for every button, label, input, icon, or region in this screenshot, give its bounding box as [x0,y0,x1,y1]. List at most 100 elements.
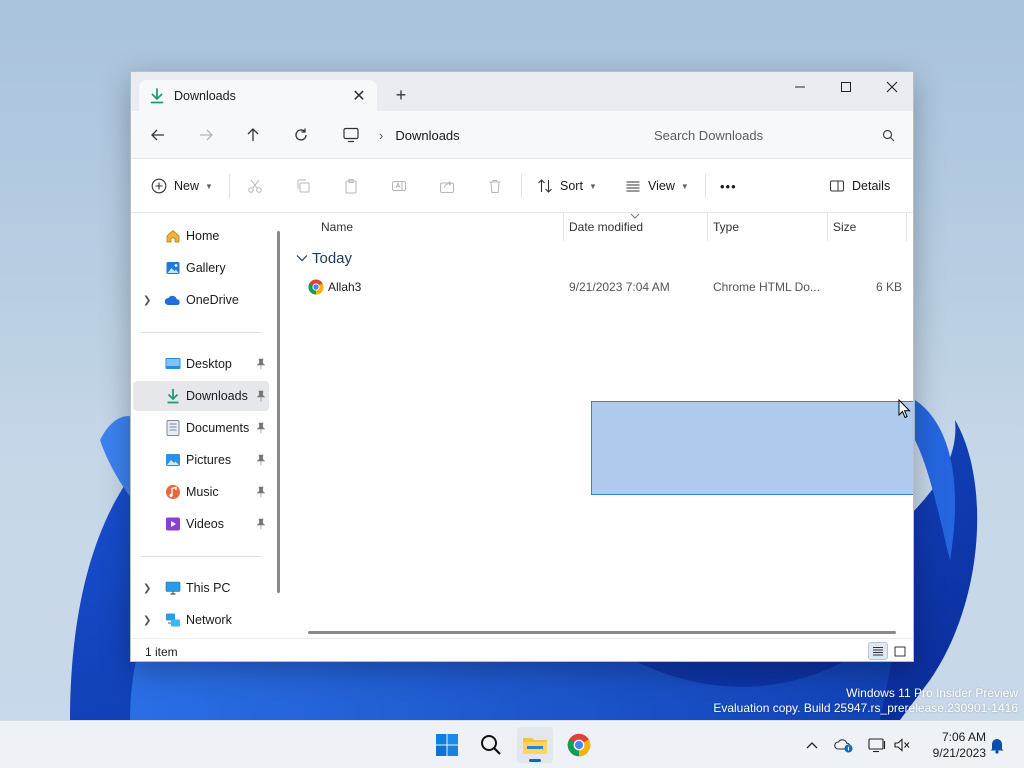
column-divider[interactable] [707,213,708,241]
sidebar-item-pictures[interactable]: Pictures [133,445,269,475]
volume-tray-button[interactable] [889,732,915,758]
taskbar-file-explorer[interactable] [517,727,553,763]
new-label: New [174,179,200,193]
sidebar-item-home[interactable]: Home [133,221,269,251]
sort-button[interactable]: Sort ▼ [537,172,597,200]
sidebar-item-label: Downloads [186,389,248,403]
sidebar-item-label: Videos [186,517,224,531]
column-divider[interactable] [827,213,828,241]
back-button[interactable] [142,120,174,150]
tab-downloads[interactable]: Downloads ✕ [139,80,377,111]
start-button[interactable] [429,727,465,763]
chevron-right-icon[interactable]: ❯ [143,615,151,626]
sidebar-item-this-pc[interactable]: ❯ This PC [133,573,269,603]
column-divider[interactable] [563,213,564,241]
sidebar-item-desktop[interactable]: Desktop [133,349,269,379]
large-icons-view-button[interactable] [890,642,910,660]
sidebar-item-label: Gallery [186,261,226,275]
more-icon: ••• [720,178,737,194]
search-input[interactable]: Search Downloads [654,128,873,143]
column-header-row: Name Date modified Type Size [286,213,913,241]
evaluation-watermark: Windows 11 Pro Insider Preview Evaluatio… [713,686,1018,716]
command-bar: New ▼ Sort ▼ View ▼ ••• Details [131,159,913,213]
details-pane-button[interactable]: Details [829,172,890,200]
pictures-folder-icon [164,451,182,469]
copy-button[interactable] [295,172,311,200]
share-icon [440,181,454,193]
taskbar: 7:06 AM 9/21/2023 [0,720,1024,768]
navigation-pane: Home Gallery ❯ OneDrive Desktop Download… [131,213,280,638]
chevron-down-icon: ▼ [205,181,213,191]
taskbar-clock[interactable]: 7:06 AM 9/21/2023 [916,729,986,761]
view-button[interactable]: View ▼ [625,172,689,200]
sidebar-item-downloads[interactable]: Downloads [133,381,269,411]
details-pane-icon [830,180,844,192]
details-view-button[interactable] [868,642,888,660]
sidebar-item-onedrive[interactable]: ❯ OneDrive [133,285,269,315]
forward-button[interactable] [190,120,222,150]
column-divider[interactable] [906,213,907,241]
onedrive-tray-button[interactable] [831,732,857,758]
pin-icon[interactable] [256,422,266,434]
pin-icon[interactable] [256,518,266,530]
search-icon [873,129,903,142]
file-explorer-window: Downloads ✕ + › Downloads Search Downloa… [130,71,914,662]
horizontal-scrollbar[interactable] [308,631,896,634]
sidebar-item-videos[interactable]: Videos [133,509,269,539]
network-tray-button[interactable] [864,732,890,758]
show-hidden-icons-button[interactable] [799,732,825,758]
pin-icon[interactable] [256,358,266,370]
new-tab-icon[interactable]: + [389,83,413,107]
taskbar-chrome[interactable] [561,727,597,763]
notifications-button[interactable] [984,732,1010,758]
onedrive-icon [164,291,182,309]
close-tab-icon[interactable]: ✕ [347,84,371,108]
refresh-icon [295,128,307,141]
pin-icon[interactable] [256,486,266,498]
sidebar-item-label: This PC [186,581,231,595]
column-header-type[interactable]: Type [713,220,739,234]
arrow-right-icon [200,129,213,141]
new-button[interactable]: New ▼ [151,172,213,200]
taskbar-search-button[interactable] [473,727,509,763]
close-window-button[interactable] [869,72,913,102]
share-button[interactable] [439,172,455,200]
breadcrumb-downloads[interactable]: Downloads [395,128,459,143]
arrow-left-icon [151,129,164,141]
group-header-today[interactable]: Today [296,247,352,269]
sidebar-item-music[interactable]: Music [133,477,269,507]
up-button[interactable] [237,120,269,150]
tiles-view-icon [894,646,906,656]
sort-chevron-icon [630,213,640,219]
column-header-date-modified[interactable]: Date modified [569,220,643,234]
address-field[interactable]: › Downloads [335,120,625,150]
column-header-name[interactable]: Name [321,220,353,234]
group-label: Today [312,249,353,267]
paste-button[interactable] [343,172,359,200]
chevron-right-icon[interactable]: ❯ [143,295,151,306]
delete-button[interactable] [487,172,503,200]
minimize-button[interactable] [777,72,823,102]
refresh-button[interactable] [285,120,317,150]
more-options-button[interactable]: ••• [720,172,737,200]
sidebar-item-label: Network [186,613,232,627]
onedrive-status-icon [834,739,853,753]
nav-scrollbar[interactable] [277,231,280,593]
close-icon [886,81,898,93]
scissors-icon [248,179,262,193]
cut-button[interactable] [247,172,263,200]
rename-button[interactable] [391,172,407,200]
sidebar-item-gallery[interactable]: Gallery [133,253,269,283]
chevron-right-icon[interactable]: ❯ [143,583,151,594]
column-header-size[interactable]: Size [833,220,856,234]
gallery-icon [164,259,182,277]
sort-icon [538,179,552,193]
file-row[interactable]: Allah3 9/21/2023 7:04 AM Chrome HTML Do.… [286,273,906,301]
watermark-line-2: Evaluation copy. Build 25947.rs_prerelea… [713,701,1018,715]
pin-icon[interactable] [256,390,266,402]
pin-icon[interactable] [256,454,266,466]
sidebar-item-documents[interactable]: Documents [133,413,269,443]
search-box[interactable]: Search Downloads [639,120,903,150]
maximize-button[interactable] [823,72,869,102]
sidebar-item-network[interactable]: ❯ Network [133,605,269,635]
